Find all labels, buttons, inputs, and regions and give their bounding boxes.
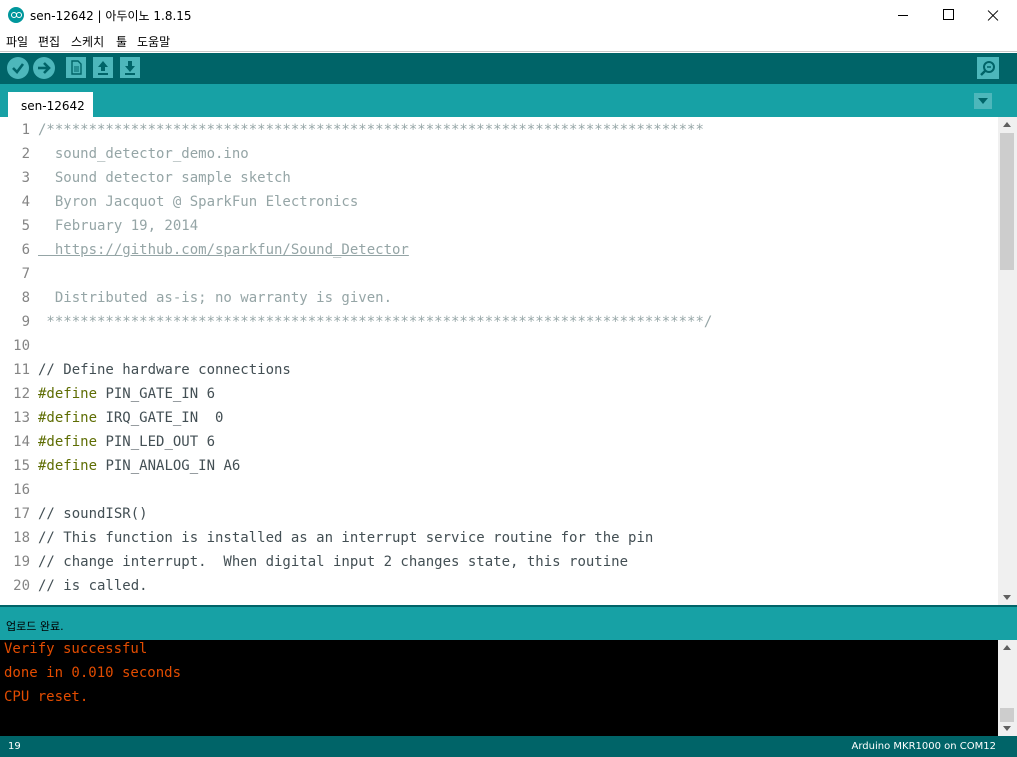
tab-bar: sen-12642 [0,84,1017,117]
line-number: 3 [21,170,30,186]
cursor-line-number: 19 [8,741,21,752]
minimize-button[interactable] [880,0,926,30]
bottom-status-bar: 19 Arduino MKR1000 on COM12 [0,736,1017,757]
define-keyword: #define [38,434,98,450]
line-number: 10 [13,338,30,354]
save-icon [125,61,135,75]
define-body: PIN_GATE_IN 6 [97,386,216,402]
define-keyword: #define [38,458,98,474]
line-number: 15 [13,458,30,474]
menu-edit[interactable]: 편집 [38,33,60,50]
line-number: 19 [13,554,30,570]
window-title: sen-12642 | 아두이노 1.8.15 [30,9,192,23]
line-number: 13 [13,410,30,426]
line-number: 18 [13,530,30,546]
console-scrollbar[interactable] [998,640,1017,736]
line-number: 16 [13,482,30,498]
close-button[interactable] [970,0,1016,30]
code-line: /***************************************… [38,122,704,138]
menu-tools[interactable]: 툴 [116,33,127,50]
scroll-down-icon[interactable] [1003,595,1011,600]
upload-icon [38,62,51,74]
line-number: 4 [21,194,30,210]
serial-monitor-button[interactable] [977,57,999,79]
define-body: IRQ_GATE_IN 0 [97,410,224,426]
code-line: #define IRQ_GATE_IN 0 [38,410,223,426]
console-line: CPU reset. [4,689,89,705]
toolbar [0,53,1017,84]
line-number: 9 [21,314,30,330]
code-line: // Define hardware connections [38,362,291,378]
line-number: 8 [21,290,30,306]
open-button[interactable] [93,57,113,78]
save-button[interactable] [120,57,140,78]
open-icon [98,61,108,75]
scroll-down-icon[interactable] [1003,726,1011,731]
code-line-link[interactable]: https://github.com/sparkfun/Sound_Detect… [38,242,409,258]
title-bar: sen-12642 | 아두이노 1.8.15 [0,0,1017,30]
status-message: 업로드 완료. [6,620,64,633]
arduino-logo-icon [8,7,24,23]
line-number: 14 [13,434,30,450]
new-icon [71,60,82,75]
define-keyword: #define [38,410,98,426]
line-number: 7 [21,266,30,282]
maximize-button[interactable] [925,0,971,30]
scroll-up-icon[interactable] [1003,122,1011,127]
line-number: 2 [21,146,30,162]
define-keyword: #define [38,386,98,402]
tab-sketch[interactable]: sen-12642 [8,92,93,117]
tab-menu-dropdown-icon[interactable] [974,93,992,109]
code-editor[interactable]: 1 2 3 4 5 6 7 8 9 10 11 12 13 14 15 16 1… [0,117,1017,605]
define-body: PIN_LED_OUT 6 [97,434,216,450]
board-port-label: Arduino MKR1000 on COM12 [851,741,996,752]
console-line: Verify successful [4,641,148,657]
status-bar: 업로드 완료. [0,607,1017,640]
code-line: #define PIN_ANALOG_IN A6 [38,458,240,474]
line-number: 6 [21,242,30,258]
code-line: // change interrupt. When digital input … [38,554,629,570]
scroll-up-icon[interactable] [1003,645,1011,650]
menu-help[interactable]: 도움말 [137,33,170,50]
line-number: 5 [21,218,30,234]
line-number: 12 [13,386,30,402]
line-number: 17 [13,506,30,522]
console-line: done in 0.010 seconds [4,665,182,681]
editor-scroll-thumb[interactable] [1000,133,1014,270]
line-number: 1 [21,122,30,138]
code-line: ****************************************… [38,314,713,330]
define-body: PIN_ANALOG_IN A6 [97,458,241,474]
menu-file[interactable]: 파일 [6,33,28,50]
line-number-gutter: 1 2 3 4 5 6 7 8 9 10 11 12 13 14 15 16 1… [0,117,34,605]
verify-button[interactable] [7,57,29,79]
line-number: 11 [13,362,30,378]
code-line: Byron Jacquot @ SparkFun Electronics [38,194,359,210]
code-line: // is called. [38,578,148,594]
menu-bar: 파일 편집 스케치 툴 도움말 [0,31,1017,52]
editor-scrollbar[interactable] [998,117,1017,605]
upload-button[interactable] [33,57,55,79]
code-line: February 19, 2014 [38,218,199,234]
menu-sketch[interactable]: 스케치 [71,33,104,50]
code-line: // soundISR() [38,506,148,522]
code-line: #define PIN_LED_OUT 6 [38,434,215,450]
code-line: Sound detector sample sketch [38,170,291,186]
console-scroll-thumb[interactable] [1000,708,1014,722]
serial-monitor-icon [980,61,995,76]
new-button[interactable] [66,57,86,78]
code-line: Distributed as-is; no warranty is given. [38,290,393,306]
console-output[interactable]: Verify successful done in 0.010 seconds … [0,640,1017,736]
code-line: sound_detector_demo.ino [38,146,249,162]
verify-icon [12,63,25,74]
line-number: 20 [13,578,30,594]
code-line: #define PIN_GATE_IN 6 [38,386,215,402]
code-line: // This function is installed as an inte… [38,530,654,546]
